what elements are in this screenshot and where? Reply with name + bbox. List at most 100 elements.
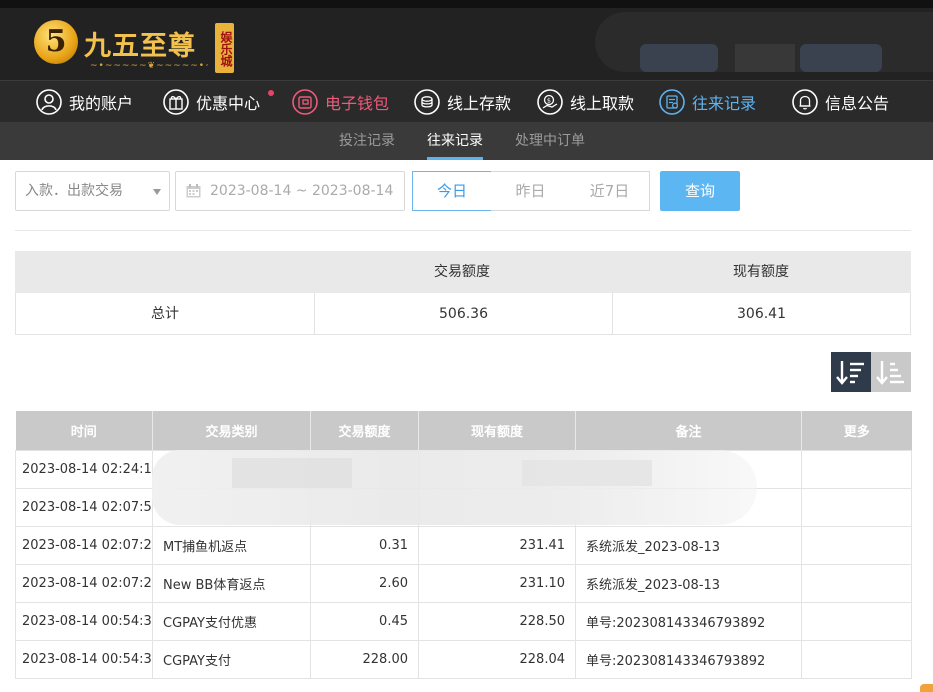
cell-more [801,449,912,489]
blurred-button [735,44,795,72]
cell-amount: 0.45 [310,601,419,641]
summary-header-row: 交易额度 现有额度 [15,251,911,293]
divider [15,230,911,231]
date-range-value: 2023-08-14 ~ 2023-08-14 [210,183,394,199]
notification-dot [268,90,274,96]
date-range-input[interactable]: 2023-08-14 ~ 2023-08-14 [175,171,405,211]
range-today-button[interactable]: 今日 [412,171,492,211]
summary-table: 交易额度 现有额度 总计 506.36 306.41 [15,251,911,335]
cell-note: 单号:202308143346793892 [575,601,802,641]
cell-more [801,639,912,679]
nav-item-withdraw[interactable]: $ 线上取款 [537,81,634,123]
nav-item-deposit[interactable]: 线上存款 [414,81,511,123]
chevron-down-icon [153,189,161,195]
select-value: 入款．出款交易 [25,183,123,199]
redaction-blur-patch [522,460,652,486]
cell-balance: 228.04 [418,639,576,679]
logo-badge: 娱乐城 [215,23,234,73]
cell-time: 2023-08-14 00:54:34 [15,601,153,641]
cell-note: 系统派发_2023-08-13 [575,525,802,565]
transaction-type-select[interactable]: 入款．出款交易 [15,171,170,211]
logo-mark: 5 [34,20,78,64]
summary-label: 总计 [151,306,179,322]
nav-label: 线上存款 [447,94,512,113]
logo-name: 九五至尊 [84,31,196,62]
range-7days-button[interactable]: 近7日 [570,171,650,211]
cell-type: MT捕鱼机返点 [152,525,311,565]
main-nav: 我的账户 优惠中心 电子钱包 线上存款 $ 线上取款 往来记录 信息公告 [0,80,933,122]
top-strip [0,0,933,8]
tab-transaction-records[interactable]: 往来记录 [427,122,483,160]
gift-icon [163,89,189,115]
cell-time: 2023-08-14 02:07:22 [15,563,153,603]
summary-amount: 506.36 [314,293,612,335]
nav-item-promotions[interactable]: 优惠中心 [163,81,260,123]
cell-note: 单号:202308143346793892 [575,639,802,679]
cell-balance: 231.41 [418,525,576,565]
nav-label: 优惠中心 [196,94,261,113]
cell-balance: 228.50 [418,601,576,641]
nav-item-wallet[interactable]: 电子钱包 [292,81,389,123]
cell-more [801,563,912,603]
nav-item-records[interactable]: 往来记录 [659,81,756,123]
cell-more [801,487,912,527]
records-icon [659,89,685,115]
sort-descending-icon [836,361,864,385]
sort-descending-button[interactable] [831,352,871,392]
cell-time: 2023-08-14 02:07:22 [15,525,153,565]
floating-widget-edge[interactable] [920,684,933,692]
summary-header-cell [15,251,313,293]
nav-item-account[interactable]: 我的账户 [36,81,133,123]
summary-header-cell: 现有额度 [733,264,789,280]
cell-amount: 228.00 [310,639,419,679]
cell-balance: 231.10 [418,563,576,603]
tab-pending-orders[interactable]: 处理中订单 [515,122,585,160]
bell-icon [792,89,818,115]
calendar-icon [186,184,201,198]
cell-note: 系统派发_2023-08-13 [575,563,802,603]
table-row: 2023-08-14 02:07:22 MT捕鱼机返点 0.31 231.41 … [15,525,912,565]
column-header-note: 备注 [575,411,802,450]
summary-header-cell: 交易额度 [434,264,490,280]
sub-nav: 投注记录 往来记录 处理中订单 [0,122,933,160]
cell-type: CGPAY支付 [152,639,311,679]
cell-time: 2023-08-14 02:07:58 [15,487,153,527]
records-header-row: 时间 交易类别 交易额度 现有额度 备注 更多 [15,411,912,450]
cell-more [801,525,912,565]
redaction-blur-patch [232,458,352,488]
column-header-more: 更多 [801,411,912,450]
table-row: 2023-08-14 00:54:34 CGPAY支付优惠 0.45 228.5… [15,601,912,641]
site-logo[interactable]: 5 九五至尊 娱乐城 ~•~~~~~❦~~~~~•~ [34,16,244,78]
user-icon [36,89,62,115]
cell-type: CGPAY支付优惠 [152,601,311,641]
query-button[interactable]: 查询 [660,171,740,211]
cell-time: 2023-08-14 02:24:12 [15,449,153,489]
nav-label: 信息公告 [825,94,890,113]
site-header: 5 九五至尊 娱乐城 ~•~~~~~❦~~~~~•~ [0,8,933,80]
redaction-blur [152,450,757,525]
nav-label: 往来记录 [692,94,757,113]
column-header-type: 交易类别 [152,411,311,450]
logo-flourish: ~•~~~~~❦~~~~~•~ [90,61,208,71]
cell-type: New BB体育返点 [152,563,311,603]
svg-text:$: $ [547,97,551,105]
blurred-button [640,44,718,72]
column-header-balance: 现有额度 [418,411,576,450]
nav-label: 电子钱包 [325,94,390,113]
blurred-button [800,44,882,72]
nav-label: 线上取款 [570,94,635,113]
range-yesterday-button[interactable]: 昨日 [491,171,571,211]
cell-amount: 0.31 [310,525,419,565]
table-row: 2023-08-14 00:54:34 CGPAY支付 228.00 228.0… [15,639,912,679]
table-row: 2023-08-14 02:07:22 New BB体育返点 2.60 231.… [15,563,912,603]
column-header-amount: 交易额度 [310,411,419,450]
sort-ascending-icon [876,361,904,385]
summary-total-row: 总计 506.36 306.41 [15,293,911,335]
cell-amount: 2.60 [310,563,419,603]
withdraw-icon: $ [537,89,563,115]
sort-ascending-button[interactable] [871,352,911,392]
tab-bet-records[interactable]: 投注记录 [339,122,395,160]
nav-item-announcements[interactable]: 信息公告 [792,81,889,123]
summary-balance: 306.41 [612,293,910,335]
deposit-icon [414,89,440,115]
